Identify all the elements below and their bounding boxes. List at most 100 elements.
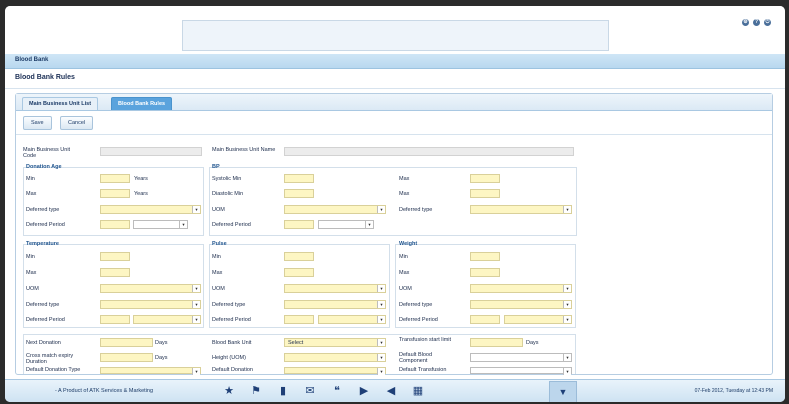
chevron-down-icon: ▾ <box>377 285 385 292</box>
top-icons: ⚙ ? ⏻ <box>742 19 771 26</box>
footer-icon-dock: ★ ⚑ ▮ ✉ ❝ ▶ ◀ ▦ <box>221 384 426 398</box>
donation-age-deferred-period-label: Deferred Period <box>26 222 65 228</box>
bp-uom-label: UOM <box>212 207 225 213</box>
donation-age-max-label: Max <box>26 191 37 197</box>
chevron-down-icon: ▾ <box>563 354 571 361</box>
weight-uom-select[interactable]: ▾ <box>470 284 572 293</box>
cross-match-days-label: Days <box>155 355 168 361</box>
next-donation-days-label: Days <box>155 340 168 346</box>
temperature-deferred-period-input[interactable] <box>100 315 130 324</box>
tab-blood-bank-rules[interactable]: Blood Bank Rules <box>111 97 173 110</box>
chevron-down-icon: ▾ <box>377 339 385 346</box>
module-title: Blood Bank <box>15 57 49 63</box>
book-icon[interactable]: ▮ <box>275 384 291 398</box>
bp-uom-select[interactable]: ▾ <box>284 205 386 214</box>
temperature-min-input[interactable] <box>100 252 130 261</box>
flag-icon[interactable]: ⚑ <box>248 384 264 398</box>
speaker-icon[interactable]: ◀ <box>383 384 399 398</box>
default-transfusion-select[interactable]: ▾ <box>470 367 572 375</box>
help-icon[interactable]: ? <box>753 19 760 26</box>
module-bar: Blood Bank <box>5 54 785 69</box>
weight-uom-label: UOM <box>399 286 412 292</box>
video-icon[interactable]: ▶ <box>356 384 372 398</box>
pulse-uom-select[interactable]: ▾ <box>284 284 386 293</box>
tab-main-business-unit-list[interactable]: Main Business Unit List <box>22 97 99 110</box>
chevron-down-icon: ▾ <box>377 206 385 213</box>
chevron-down-icon: ▾ <box>377 368 385 375</box>
chevron-down-icon: ▾ <box>192 368 200 375</box>
cancel-button[interactable]: Cancel <box>60 116 94 130</box>
cross-match-input[interactable] <box>100 353 153 362</box>
gear-icon[interactable]: ⚙ <box>742 19 749 26</box>
weight-max-input[interactable] <box>470 268 500 277</box>
pulse-max-label: Max <box>212 270 223 276</box>
pulse-uom-label: UOM <box>212 286 225 292</box>
bp-deferred-period-unit[interactable]: ▾ <box>318 220 374 229</box>
next-donation-input[interactable] <box>100 338 153 347</box>
collapse-dock-icon[interactable]: ▼ <box>549 381 577 402</box>
donation-age-deferred-type-select[interactable]: ▾ <box>100 205 201 214</box>
transfusion-start-limit-input[interactable] <box>470 338 523 347</box>
weight-title: Weight <box>399 241 418 247</box>
mail-icon[interactable]: ✉ <box>302 384 318 398</box>
default-blood-component-select[interactable]: ▾ <box>470 353 572 362</box>
bp-deferred-type-select[interactable]: ▾ <box>470 205 572 214</box>
weight-deferred-period-input[interactable] <box>470 315 500 324</box>
weight-min-input[interactable] <box>470 252 500 261</box>
years-label-max: Years <box>134 191 148 197</box>
page-title: Blood Bank Rules <box>15 74 75 81</box>
temperature-deferred-period-unit[interactable]: ▾ <box>133 315 201 324</box>
chevron-down-icon: ▾ <box>365 221 373 228</box>
temperature-uom-select[interactable]: ▾ <box>100 284 201 293</box>
height-uom-select[interactable]: ▾ <box>284 353 386 362</box>
diastolic-min-input[interactable] <box>284 189 314 198</box>
pulse-deferred-period-unit[interactable]: ▾ <box>318 315 386 324</box>
chevron-down-icon: ▾ <box>563 206 571 213</box>
donation-age-min-input[interactable] <box>100 174 130 183</box>
temperature-uom-label: UOM <box>26 286 39 292</box>
footer-bar: - A Product of ATK Services & Marketing … <box>5 379 785 402</box>
weight-deferred-type-select[interactable]: ▾ <box>470 300 572 309</box>
donation-age-max-input[interactable] <box>100 189 130 198</box>
default-donation-type-select[interactable]: ▾ <box>100 367 201 375</box>
pulse-max-input[interactable] <box>284 268 314 277</box>
transfusion-start-limit-label: Transfusion start limit <box>399 337 452 343</box>
power-icon[interactable]: ⏻ <box>764 19 771 26</box>
chevron-down-icon: ▾ <box>563 301 571 308</box>
temperature-max-label: Max <box>26 270 37 276</box>
pulse-deferred-type-select[interactable]: ▾ <box>284 300 386 309</box>
button-bar: Save Cancel <box>16 110 772 135</box>
temperature-max-input[interactable] <box>100 268 130 277</box>
calendar-icon[interactable]: ▦ <box>410 384 426 398</box>
pulse-deferred-period-input[interactable] <box>284 315 314 324</box>
bp-max-label-2: Max <box>399 191 410 197</box>
chevron-down-icon: ▾ <box>377 301 385 308</box>
default-donation-select[interactable]: ▾ <box>284 367 386 375</box>
bp-max-input-2[interactable] <box>470 189 500 198</box>
bp-deferred-type-label: Deferred type <box>399 207 433 213</box>
systolic-min-input[interactable] <box>284 174 314 183</box>
app-window: ⚙ ? ⏻ Blood Bank Blood Bank Rules Main B… <box>5 6 785 402</box>
temperature-min-label: Min <box>26 254 35 260</box>
blood-bank-unit-value: Select <box>288 340 304 346</box>
chat-icon[interactable]: ❝ <box>329 384 345 398</box>
weight-deferred-type-label: Deferred type <box>399 302 433 308</box>
donation-age-deferred-period-unit[interactable]: ▾ <box>133 220 188 229</box>
bp-deferred-period-input[interactable] <box>284 220 314 229</box>
star-icon[interactable]: ★ <box>221 384 237 398</box>
chevron-down-icon: ▾ <box>192 316 200 323</box>
chevron-down-icon: ▾ <box>377 354 385 361</box>
tab-strip: Main Business Unit List Blood Bank Rules <box>16 94 772 111</box>
default-transfusion-label: Default Transfusion <box>399 367 447 373</box>
default-donation-type-label: Default Donation Type <box>26 367 81 373</box>
blood-bank-unit-select[interactable]: Select ▾ <box>284 338 386 347</box>
temperature-deferred-period-label: Deferred Period <box>26 317 65 323</box>
pulse-min-input[interactable] <box>284 252 314 261</box>
temperature-deferred-type-select[interactable]: ▾ <box>100 300 201 309</box>
rules-panel: Main Business Unit List Blood Bank Rules… <box>15 93 773 375</box>
donation-age-deferred-period-input[interactable] <box>100 220 130 229</box>
temperature-deferred-type-label: Deferred type <box>26 302 60 308</box>
bp-max-input-1[interactable] <box>470 174 500 183</box>
weight-deferred-period-unit[interactable]: ▾ <box>504 315 572 324</box>
save-button[interactable]: Save <box>23 116 52 130</box>
